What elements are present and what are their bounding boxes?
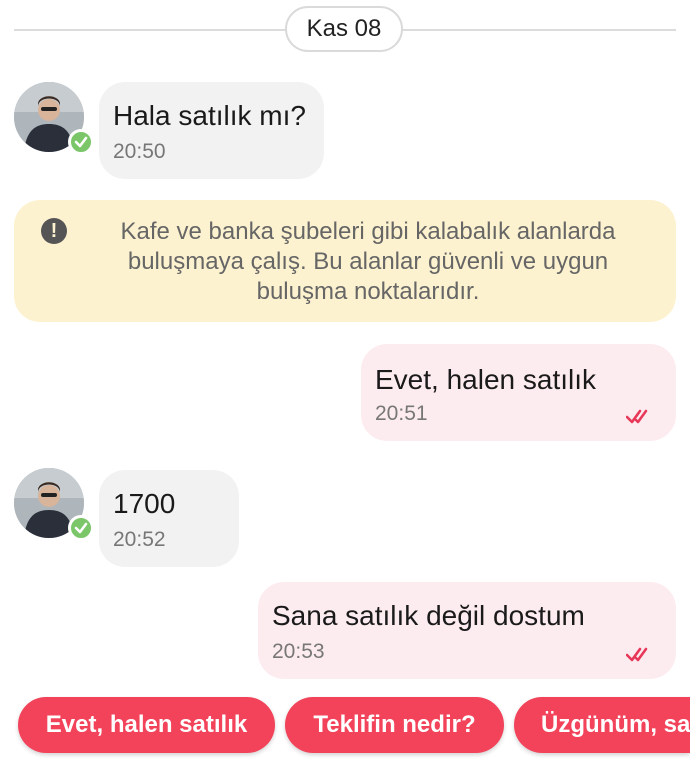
incoming-message-bubble[interactable]: Hala satılık mı? 20:50 bbox=[99, 82, 324, 179]
sender-avatar[interactable] bbox=[14, 468, 94, 541]
safety-notice-text: Kafe ve banka şubeleri gibi kalabalık al… bbox=[88, 217, 648, 307]
message-time: 20:52 bbox=[113, 528, 166, 551]
quick-reply-chip[interactable]: Evet, halen satılık bbox=[18, 697, 275, 753]
message-text: 1700 bbox=[113, 488, 176, 519]
date-pill: Kas 08 bbox=[285, 6, 403, 52]
read-receipt-icon bbox=[625, 646, 652, 664]
message-text: Hala satılık mı? bbox=[113, 100, 306, 131]
verified-badge-icon bbox=[68, 515, 94, 541]
quick-reply-chip[interactable]: Teklifin nedir? bbox=[285, 697, 504, 753]
safety-notice-line-1: Kafe ve banka şubeleri gibi kalabalık al… bbox=[120, 218, 616, 245]
message-time: 20:51 bbox=[375, 402, 428, 425]
message-time: 20:53 bbox=[272, 640, 325, 663]
sender-avatar[interactable] bbox=[14, 82, 94, 155]
verified-badge-icon bbox=[68, 129, 94, 155]
incoming-message-bubble[interactable]: 1700 20:52 bbox=[99, 470, 239, 567]
message-text: Sana satılık değil dostum bbox=[272, 600, 585, 631]
read-receipt-icon bbox=[625, 408, 652, 426]
quick-reply-chip[interactable]: Üzgünüm, sa bbox=[514, 697, 690, 753]
safety-notice-line-3: buluşma noktalarıdır. bbox=[256, 278, 480, 305]
exclamation-circle-icon: ! bbox=[41, 218, 67, 244]
outgoing-message-bubble[interactable]: Sana satılık değil dostum 20:53 bbox=[258, 582, 676, 679]
date-separator: Kas 08 bbox=[0, 0, 690, 60]
message-time: 20:50 bbox=[113, 140, 166, 163]
safety-notice-line-2: buluşmaya çalış. Bu alanlar güvenli ve u… bbox=[127, 248, 609, 275]
outgoing-message-bubble[interactable]: Evet, halen satılık 20:51 bbox=[361, 344, 676, 441]
message-text: Evet, halen satılık bbox=[375, 364, 597, 395]
